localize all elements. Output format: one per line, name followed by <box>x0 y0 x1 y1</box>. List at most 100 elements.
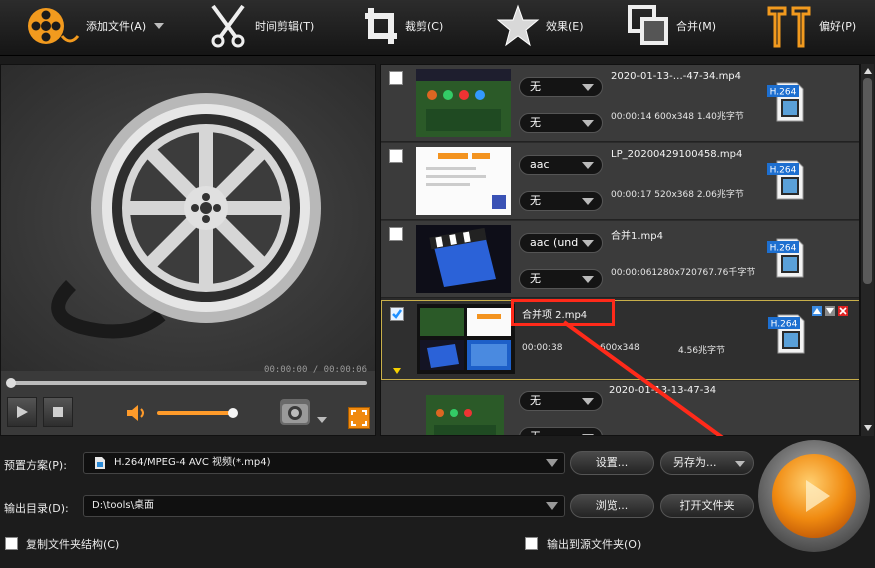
h264-format-icon[interactable]: H.264 <box>767 159 805 201</box>
seek-bar[interactable] <box>6 378 367 388</box>
preferences-button[interactable]: 偏好(P) <box>763 4 856 48</box>
file-row[interactable]: aac 无 LP_20200429100458.mp4 00:00:17 520… <box>381 143 859 220</box>
settings-button[interactable]: 设置... <box>570 451 654 475</box>
chevron-down-icon <box>546 459 558 467</box>
open-folder-button[interactable]: 打开文件夹 <box>660 494 754 518</box>
subtitle-value: 无 <box>530 272 541 285</box>
volume-icon[interactable] <box>125 403 149 423</box>
preview-screen <box>1 65 375 371</box>
volume-slider[interactable] <box>157 408 238 418</box>
move-down-button[interactable] <box>825 306 835 316</box>
effects-button[interactable]: 效果(E) <box>496 4 584 48</box>
audio-track-value: 无 <box>530 80 541 93</box>
h264-badge-text: H.264 <box>770 88 797 98</box>
file-name: 合并1.mp4 <box>611 231 663 242</box>
preset-label: 预置方案(P): <box>4 459 67 472</box>
output-to-source-checkbox[interactable] <box>525 537 538 550</box>
chevron-down-icon <box>582 240 594 247</box>
convert-button-face[interactable] <box>772 454 856 538</box>
chevron-down-icon <box>582 120 594 127</box>
preview-panel: 00:00:00 / 00:00:06 <box>0 64 376 436</box>
scroll-up-icon[interactable] <box>863 67 873 75</box>
audio-track-value: aac (und <box>530 236 579 249</box>
chevron-down-icon[interactable] <box>154 23 165 29</box>
stop-button[interactable] <box>43 397 73 427</box>
save-as-button[interactable]: 另存为... <box>660 451 754 475</box>
trim-label: 时间剪辑(T) <box>255 20 315 33</box>
audio-track-select[interactable]: aac <box>519 155 603 175</box>
h264-badge-text: H.264 <box>770 166 797 176</box>
play-icon <box>17 406 28 418</box>
main-toolbar: 添加文件(A) 时间剪辑(T) 裁剪(C) 效果(E) 合并(M) 偏好(P) <box>0 0 875 56</box>
preferences-label: 偏好(P) <box>819 20 857 33</box>
playback-time: 00:00:00 / 00:00:06 <box>264 365 367 375</box>
chevron-down-icon <box>735 461 745 467</box>
video-file-icon <box>95 457 105 469</box>
effects-label: 效果(E) <box>546 20 584 33</box>
scroll-thumb[interactable] <box>863 78 872 284</box>
subtitle-select[interactable]: 无 <box>519 113 603 133</box>
audio-track-select[interactable]: 无 <box>519 77 603 97</box>
file-checkbox[interactable] <box>389 71 403 85</box>
file-checkbox-checked[interactable] <box>390 307 404 321</box>
file-checkbox[interactable] <box>389 227 403 241</box>
file-checkbox[interactable] <box>389 149 403 163</box>
file-row[interactable]: 无 无 2020-01-13-…-47-34.mp4 00:00:14 600x… <box>381 65 859 142</box>
chevron-down-icon[interactable] <box>317 417 327 423</box>
film-reel-icon <box>28 8 80 44</box>
merge-label: 合并(M) <box>676 20 717 33</box>
crop-button[interactable]: 裁剪(C) <box>363 4 443 48</box>
audio-track-value: aac <box>530 158 550 171</box>
chevron-down-icon <box>582 198 594 205</box>
chevron-down-icon <box>582 276 594 283</box>
file-thumbnail <box>426 395 504 435</box>
copy-structure-checkbox[interactable] <box>5 537 18 550</box>
checkmark-icon <box>392 309 403 319</box>
fullscreen-button[interactable] <box>348 407 370 429</box>
file-thumbnail <box>416 225 511 293</box>
play-button[interactable] <box>7 397 37 427</box>
audio-track-select[interactable]: aac (und <box>519 233 603 253</box>
tools-icon <box>767 6 811 48</box>
audio-track-value: 无 <box>530 394 541 407</box>
convert-button[interactable] <box>758 440 870 552</box>
file-thumbnail <box>416 69 511 137</box>
arrow-up-icon <box>813 308 821 314</box>
scroll-down-icon[interactable] <box>863 424 873 432</box>
file-thumbnail <box>416 147 511 215</box>
browse-button[interactable]: 浏览... <box>570 494 654 518</box>
file-row[interactable]: aac (und 无 合并1.mp4 00:00:061280x720767.7… <box>381 221 859 298</box>
trim-button[interactable]: 时间剪辑(T) <box>207 4 314 48</box>
expand-arrow-icon[interactable] <box>392 367 402 375</box>
merge-icon <box>628 5 668 45</box>
chevron-down-icon <box>582 162 594 169</box>
scissors-icon <box>211 4 245 48</box>
output-settings-panel: 预置方案(P): H.264/MPEG-4 AVC 视频(*.mp4) 设置..… <box>0 436 875 568</box>
h264-format-icon[interactable]: H.264 <box>767 237 805 279</box>
preset-select[interactable]: H.264/MPEG-4 AVC 视频(*.mp4) <box>83 452 565 474</box>
h264-format-icon[interactable]: H.264 <box>767 81 805 123</box>
subtitle-select[interactable]: 无 <box>519 191 603 211</box>
file-name: 2020-01-13-…-47-34.mp4 <box>611 71 742 82</box>
volume-knob[interactable] <box>228 408 238 418</box>
file-list-scrollbar[interactable] <box>860 64 874 436</box>
output-dir-select[interactable]: D:\tools\桌面 <box>83 495 565 517</box>
subtitle-select[interactable]: 无 <box>519 269 603 289</box>
copy-structure-label: 复制文件夹结构(C) <box>26 538 120 551</box>
add-files-menu[interactable]: 添加文件(A) <box>24 4 165 48</box>
crop-label: 裁剪(C) <box>405 20 444 33</box>
play-icon <box>806 480 830 512</box>
seek-knob[interactable] <box>6 378 16 388</box>
chevron-down-icon <box>582 84 594 91</box>
snapshot-button[interactable] <box>278 395 314 427</box>
file-info: 00:00:17 520x368 2.06兆字节 <box>611 190 744 200</box>
merge-button[interactable]: 合并(M) <box>628 4 716 48</box>
move-up-button[interactable] <box>812 306 822 316</box>
add-files-label: 添加文件(A) <box>86 20 147 33</box>
remove-button[interactable] <box>838 306 848 316</box>
subtitle-value: 无 <box>530 194 541 207</box>
output-dir-value: D:\tools\桌面 <box>92 500 154 511</box>
arrow-down-icon <box>826 308 834 314</box>
star-icon <box>496 4 540 47</box>
h264-badge-text: H.264 <box>770 244 797 254</box>
